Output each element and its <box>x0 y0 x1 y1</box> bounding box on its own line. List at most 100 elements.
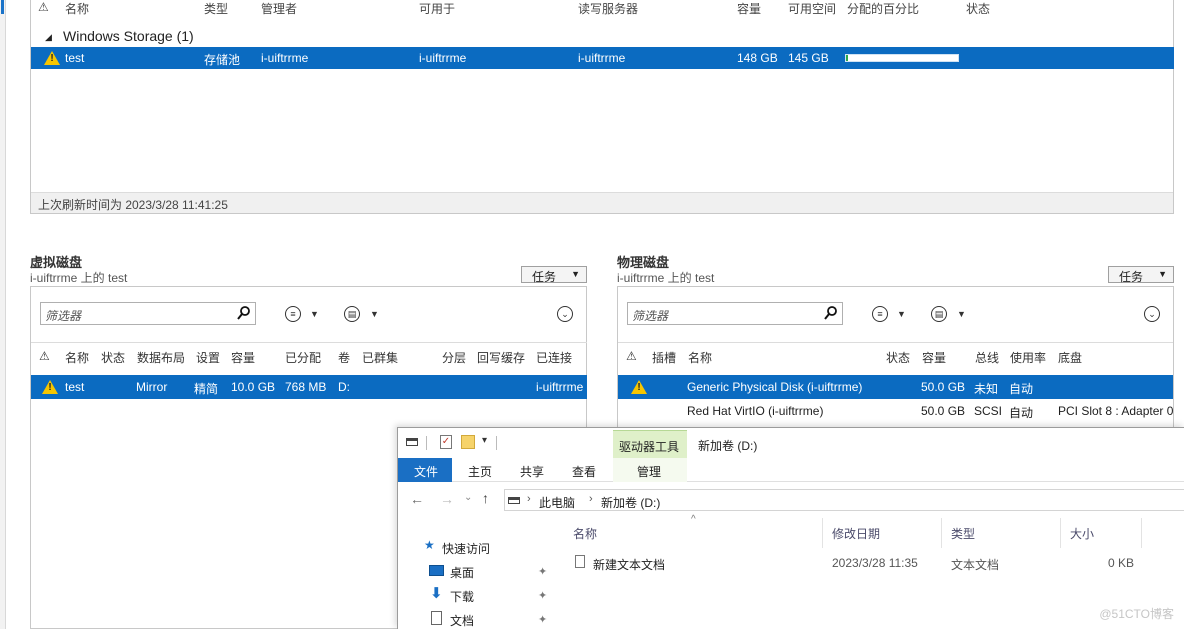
col-name[interactable]: 名称 <box>65 349 89 366</box>
pdisk-usage: 自动 <box>1009 406 1034 420</box>
col-allocated[interactable]: 已分配 <box>285 349 321 366</box>
save-query-dropdown-icon[interactable]: ▼ <box>957 309 966 319</box>
physical-disk-row-selected[interactable]: ! Generic Physical Disk (i-uiftrrme) 50.… <box>618 375 1173 399</box>
col-free-space[interactable]: 可用空间 <box>788 0 836 17</box>
col-type[interactable]: 类型 <box>204 0 228 17</box>
documents-icon <box>431 611 442 625</box>
column-separator <box>941 518 942 548</box>
col-status[interactable]: 状态 <box>966 0 990 17</box>
virtual-disks-subtitle: i-uiftrrme 上的 test <box>30 271 128 285</box>
col-rw-server[interactable]: 读写服务器 <box>578 0 638 17</box>
physical-filter-input[interactable]: 筛选器 <box>627 302 843 325</box>
nav-downloads[interactable]: 下载 <box>450 588 474 605</box>
address-bar-row: ← → ⌄ ↑ › 此电脑 › 新加卷 (D:) <box>398 486 1184 514</box>
physical-disks-task-button[interactable]: 任务 ▼ <box>1108 266 1174 284</box>
group-row[interactable]: ◢ Windows Storage (1) <box>31 28 1173 46</box>
col-writeback-cache[interactable]: 回写缓存 <box>477 349 525 366</box>
chevron-down-icon: ▼ <box>571 269 580 279</box>
recent-dropdown-icon[interactable]: ⌄ <box>464 492 472 503</box>
col-allocated-percent[interactable]: 分配的百分比 <box>847 0 919 17</box>
col-name[interactable]: 名称 <box>65 0 89 17</box>
col-capacity[interactable]: 容量 <box>231 349 255 366</box>
breadcrumb-chevron-icon: › <box>589 493 593 505</box>
col-clustered[interactable]: 已群集 <box>362 349 398 366</box>
storage-pools-panel: ⚠ 名称 类型 管理者 可用于 读写服务器 容量 可用空间 分配的百分比 状态 … <box>30 0 1174 214</box>
list-view-dropdown-icon[interactable]: ▼ <box>310 309 319 319</box>
pdisk-usage: 自动 <box>1009 382 1034 396</box>
address-bar[interactable]: › 此电脑 › 新加卷 (D:) <box>504 489 1184 511</box>
pool-capacity: 148 GB <box>737 51 778 65</box>
expand-chevron-icon[interactable]: ⌄ <box>1144 306 1160 322</box>
filter-placeholder: 筛选器 <box>45 309 82 323</box>
col-usage[interactable]: 使用率 <box>1010 349 1046 366</box>
col-attached[interactable]: 已连接 <box>536 349 572 366</box>
up-arrow-icon[interactable]: ↑ <box>482 490 489 506</box>
col-chassis[interactable]: 底盘 <box>1058 349 1082 366</box>
col-provisioning[interactable]: 设置 <box>196 349 220 366</box>
virtual-disk-row-selected[interactable]: ! test Mirror 精简 10.0 GB 768 MB D: i-uif… <box>31 375 587 399</box>
warning-column-icon[interactable]: ⚠ <box>39 349 50 363</box>
nav-quick-access[interactable]: 快速访问 <box>442 540 490 557</box>
col-status[interactable]: 状态 <box>101 349 125 366</box>
list-view-icon[interactable]: ≡ <box>285 306 301 322</box>
tab-manage[interactable]: 管理 <box>613 458 687 482</box>
quick-access-dropdown-icon[interactable]: ▾ <box>482 435 487 446</box>
pin-icon[interactable]: ✦ <box>538 565 547 578</box>
col-tiering[interactable]: 分层 <box>442 349 466 366</box>
col-slot[interactable]: 插槽 <box>652 349 676 366</box>
save-query-dropdown-icon[interactable]: ▼ <box>370 309 379 319</box>
collapse-triangle-icon[interactable]: ◢ <box>45 32 52 43</box>
save-query-icon[interactable]: ▤ <box>931 306 947 322</box>
tab-view[interactable]: 查看 <box>572 463 596 480</box>
pdisk-bus: 未知 <box>974 382 999 396</box>
list-view-icon[interactable]: ≡ <box>872 306 888 322</box>
drive-icon[interactable] <box>406 438 418 446</box>
col-layout[interactable]: 数据布局 <box>137 349 185 366</box>
star-icon: ★ <box>424 538 435 552</box>
pin-icon[interactable]: ✦ <box>538 613 547 626</box>
physical-column-header: ⚠ 插槽 名称 状态 容量 总线 使用率 底盘 <box>618 349 1173 367</box>
vdisk-allocated: 768 MB <box>285 380 327 394</box>
breadcrumb-volume[interactable]: 新加卷 (D:) <box>601 494 660 511</box>
forward-arrow-icon[interactable]: → <box>440 491 454 507</box>
search-icon[interactable] <box>237 305 251 321</box>
col-capacity[interactable]: 容量 <box>922 349 946 366</box>
file-row[interactable]: 新建文本文档 2023/3/28 11:35 文本文档 0 KB <box>568 550 1168 574</box>
properties-icon[interactable]: ✓ <box>440 435 452 449</box>
tab-home[interactable]: 主页 <box>468 463 492 480</box>
nav-documents[interactable]: 文档 <box>450 612 474 629</box>
pdisk-name: Generic Physical Disk (i-uiftrrme) <box>687 380 863 394</box>
list-view-dropdown-icon[interactable]: ▼ <box>897 309 906 319</box>
col-managed-by[interactable]: 管理者 <box>261 0 297 17</box>
col-available-to[interactable]: 可用于 <box>419 0 455 17</box>
col-type[interactable]: 类型 <box>951 525 975 542</box>
pin-icon[interactable]: ✦ <box>538 589 547 602</box>
col-bus[interactable]: 总线 <box>975 349 999 366</box>
search-icon[interactable] <box>824 305 838 321</box>
expand-chevron-icon[interactable]: ⌄ <box>557 306 573 322</box>
col-status[interactable]: 状态 <box>886 349 910 366</box>
col-modified[interactable]: 修改日期 <box>832 525 880 542</box>
virtual-disks-task-button[interactable]: 任务 ▼ <box>521 266 587 284</box>
explorer-titlebar: ✓ ▾ 驱动器工具 新加卷 (D:) <box>398 428 1184 458</box>
warning-icon: ! <box>44 51 60 65</box>
col-capacity[interactable]: 容量 <box>737 0 761 17</box>
nav-desktop[interactable]: 桌面 <box>450 564 474 581</box>
tab-share[interactable]: 共享 <box>520 463 544 480</box>
tab-file[interactable]: 文件 <box>398 458 452 482</box>
new-folder-icon[interactable] <box>461 435 475 449</box>
refresh-status: 上次刷新时间为 2023/3/28 11:41:25 <box>31 192 1173 213</box>
window-title: 新加卷 (D:) <box>698 439 758 453</box>
back-arrow-icon[interactable]: ← <box>410 491 424 507</box>
physical-disk-row[interactable]: Red Hat VirtIO (i-uiftrrme) 50.0 GB SCSI… <box>618 399 1173 423</box>
breadcrumb-this-pc[interactable]: 此电脑 <box>539 494 575 511</box>
col-file-name[interactable]: 名称 <box>573 525 597 542</box>
warning-column-icon[interactable]: ⚠ <box>38 0 49 14</box>
col-size[interactable]: 大小 <box>1070 525 1094 542</box>
virtual-filter-input[interactable]: 筛选器 <box>40 302 256 325</box>
col-volume[interactable]: 卷 <box>338 349 350 366</box>
warning-column-icon[interactable]: ⚠ <box>626 349 637 363</box>
col-name[interactable]: 名称 <box>688 349 712 366</box>
pool-row-selected[interactable]: ! test 存储池 i-uiftrrme i-uiftrrme i-uiftr… <box>31 47 1174 69</box>
save-query-icon[interactable]: ▤ <box>344 306 360 322</box>
